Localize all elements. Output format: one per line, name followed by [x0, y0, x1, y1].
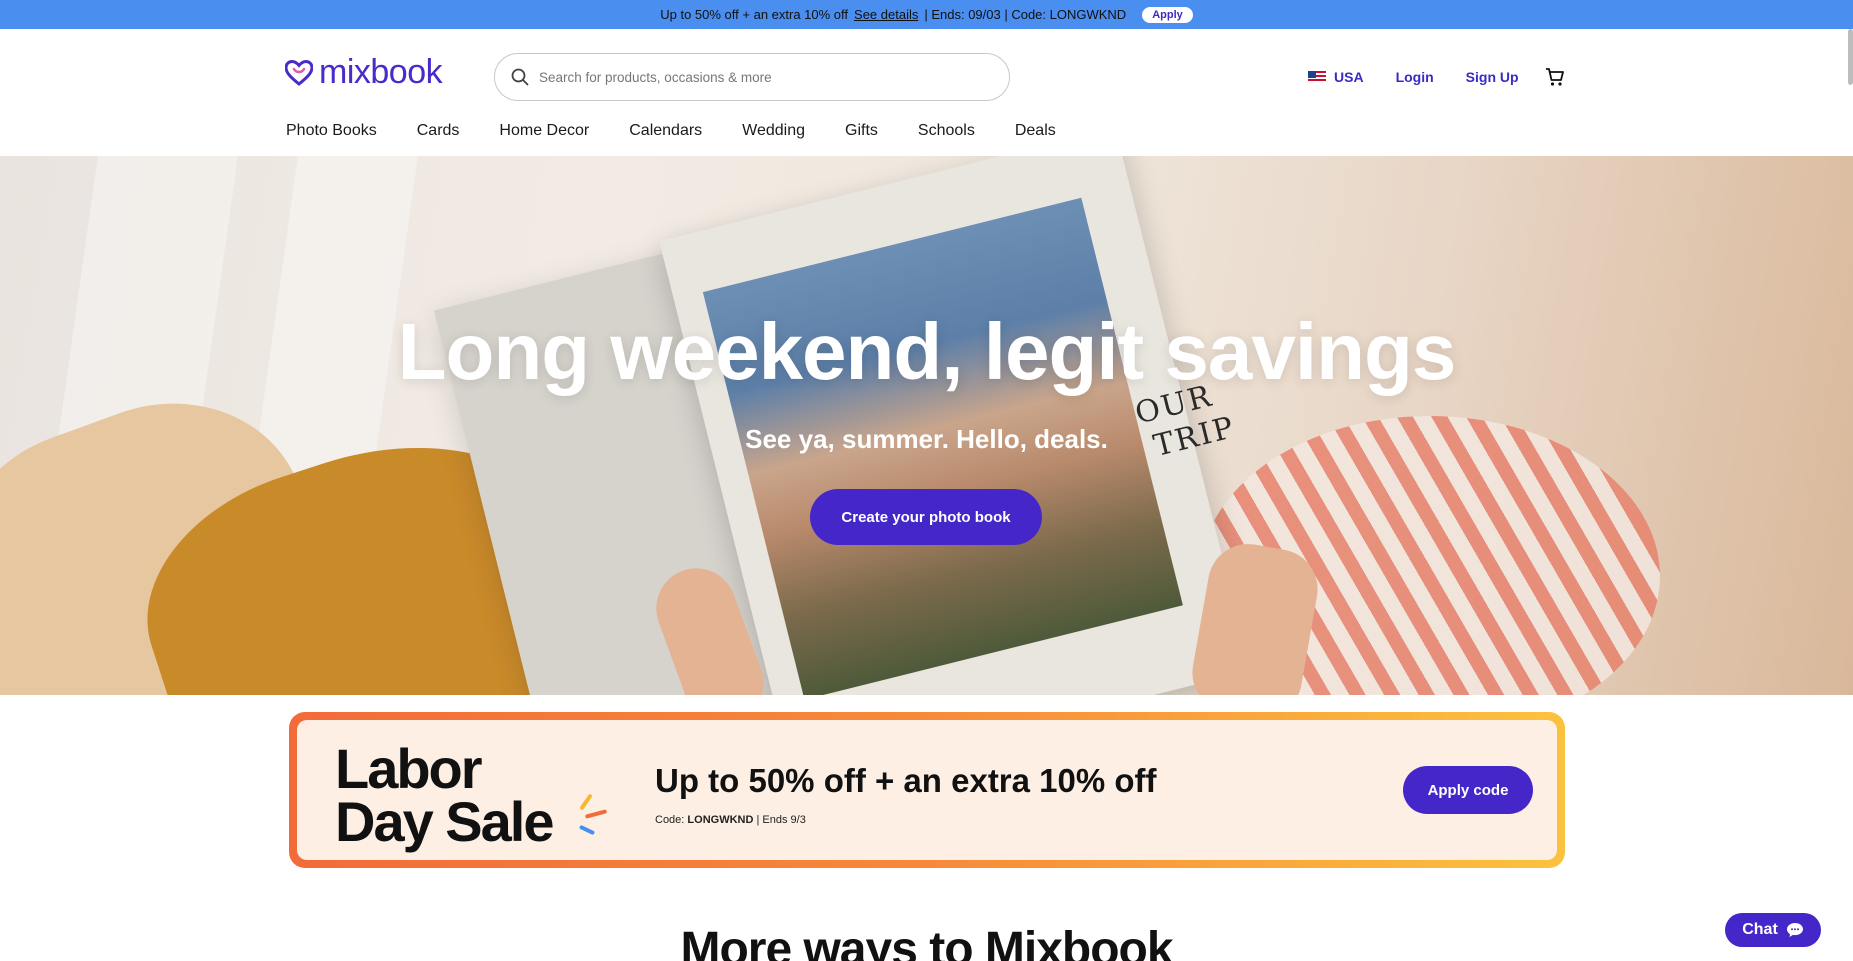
chat-button[interactable]: Chat — [1725, 913, 1821, 947]
sale-title-line1: Labor — [335, 737, 483, 800]
sale-banner: Labor Day Sale Up to 50% off + an extra … — [289, 712, 1565, 868]
apply-code-button[interactable]: Apply code — [1403, 766, 1533, 814]
logo-wordmark: mixbook — [319, 53, 443, 91]
promo-apply-button[interactable]: Apply — [1142, 6, 1193, 23]
region-label: USA — [1334, 69, 1364, 85]
login-link[interactable]: Login — [1396, 69, 1434, 85]
mixbook-logo[interactable]: mixbook — [285, 53, 443, 92]
chat-label: Chat — [1742, 921, 1778, 938]
promo-bar: Up to 50% off + an extra 10% off See det… — [0, 0, 1853, 29]
nav-home-decor[interactable]: Home Decor — [499, 122, 589, 140]
sale-title: Labor Day Sale — [335, 737, 554, 854]
sparkle-icon — [579, 793, 593, 811]
us-flag-icon — [1308, 71, 1326, 83]
sparkle-icon — [584, 809, 608, 819]
site-header: mixbook USA Login Sign Up Photo Books Ca… — [0, 29, 1853, 156]
promo-ends-text: | Ends: 09/03 | Code: LONGWKND — [924, 7, 1127, 22]
more-ways-heading: More ways to Mixbook — [680, 923, 1173, 961]
sale-headline: Up to 50% off + an extra 10% off — [655, 762, 1157, 799]
heart-logo-icon — [285, 59, 313, 86]
nav-wedding[interactable]: Wedding — [742, 122, 805, 140]
nav-schools[interactable]: Schools — [918, 122, 975, 140]
sale-code-text: Code: LONGWKND | Ends 9/3 — [655, 814, 806, 826]
nav-calendars[interactable]: Calendars — [629, 122, 702, 140]
chat-bubble-icon — [1786, 923, 1803, 937]
search-bar[interactable] — [494, 53, 1010, 101]
signup-link[interactable]: Sign Up — [1466, 69, 1519, 85]
hero-subtitle: See ya, summer. Hello, deals. — [745, 424, 1108, 454]
see-details-link[interactable]: See details — [854, 7, 918, 22]
sale-code-prefix: Code: — [655, 814, 688, 826]
sale-ends-text: | Ends 9/3 — [753, 814, 806, 826]
page-scrollbar[interactable] — [1848, 29, 1853, 85]
nav-cards[interactable]: Cards — [417, 122, 460, 140]
nav-gifts[interactable]: Gifts — [845, 122, 878, 140]
cart-icon[interactable] — [1545, 67, 1565, 87]
nav-photo-books[interactable]: Photo Books — [286, 122, 377, 140]
create-photo-book-button[interactable]: Create your photo book — [810, 489, 1042, 545]
hero-title: Long weekend, legit savings — [397, 307, 1457, 396]
sale-banner-inner: Labor Day Sale Up to 50% off + an extra … — [297, 720, 1557, 860]
sale-code-value: LONGWKND — [687, 814, 754, 826]
hero-banner: OUR TRIP Long weekend, legit savings See… — [0, 156, 1853, 695]
search-icon — [511, 68, 529, 86]
header-actions: USA Login Sign Up — [1308, 67, 1565, 87]
search-input[interactable] — [539, 69, 959, 85]
promo-text: Up to 50% off + an extra 10% off — [660, 7, 849, 22]
sale-title-line2: Day Sale — [335, 790, 554, 854]
main-nav: Photo Books Cards Home Decor Calendars W… — [286, 122, 1096, 140]
region-selector[interactable]: USA — [1308, 69, 1364, 85]
sparkle-icon — [578, 824, 596, 836]
nav-deals[interactable]: Deals — [1015, 122, 1056, 140]
